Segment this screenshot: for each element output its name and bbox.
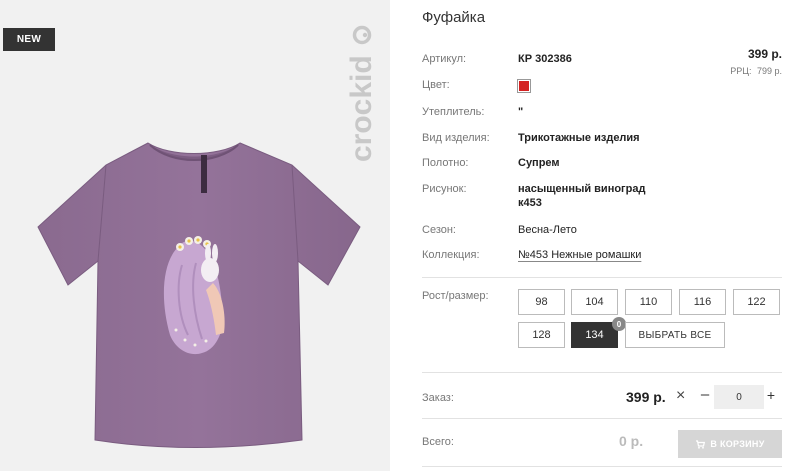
total-value: 0 р. xyxy=(619,433,644,449)
attr-article-label: Артикул: xyxy=(422,53,467,65)
size-option-98[interactable]: 98 xyxy=(518,289,565,315)
divider xyxy=(422,466,782,467)
attr-print-value-line2: к453 xyxy=(518,197,542,209)
size-option-122[interactable]: 122 xyxy=(733,289,780,315)
product-image[interactable]: NEW crockid xyxy=(0,0,390,471)
attr-fabric-value: Супрем xyxy=(518,157,560,169)
attr-insulation-label: Утеплитель: xyxy=(422,106,485,118)
product-price: 399 р. xyxy=(747,47,782,61)
collection-link[interactable]: №453 Нежные ромашки xyxy=(518,249,641,261)
product-title: Фуфайка xyxy=(422,9,486,26)
product-details: Фуфайка 399 р. РРЦ: 799 р. Артикул: КР 3… xyxy=(422,0,800,471)
size-option-110[interactable]: 110 xyxy=(625,289,672,315)
order-price: 399 р. xyxy=(626,389,666,405)
recommended-retail-price: РРЦ: 799 р. xyxy=(730,66,782,76)
color-swatch[interactable] xyxy=(517,79,531,93)
select-all-sizes-button[interactable]: ВЫБРАТЬ ВСЕ xyxy=(625,322,725,348)
size-option-104[interactable]: 104 xyxy=(571,289,618,315)
size-label: Рост/размер: xyxy=(422,290,489,302)
add-to-cart-button[interactable]: В КОРЗИНУ xyxy=(678,430,782,458)
attr-print-value-line1: насыщенный виноград xyxy=(518,183,646,195)
new-badge: NEW xyxy=(3,28,55,51)
cart-icon xyxy=(696,440,706,449)
size-option-116[interactable]: 116 xyxy=(679,289,726,315)
attr-collection-label: Коллекция: xyxy=(422,249,480,261)
attr-season-label: Сезон: xyxy=(422,224,456,236)
size-option-134[interactable]: 134 xyxy=(571,322,618,348)
multiply-sign: × xyxy=(676,387,686,404)
girl-print xyxy=(163,236,225,355)
attr-article-value: КР 302386 xyxy=(518,53,572,65)
total-label: Всего: xyxy=(422,436,454,448)
divider xyxy=(422,372,782,373)
quantity-decrease-button[interactable]: – xyxy=(699,386,711,404)
attr-type-value: Трикотажные изделия xyxy=(518,132,640,144)
quantity-increase-button[interactable]: + xyxy=(765,387,777,403)
divider xyxy=(422,277,782,278)
rrp-value: 799 р. xyxy=(756,66,782,76)
rrp-label: РРЦ: xyxy=(730,66,752,76)
quantity-input[interactable] xyxy=(714,385,764,409)
size-option-128[interactable]: 128 xyxy=(518,322,565,348)
attr-print-label: Рисунок: xyxy=(422,183,467,195)
attr-fabric-label: Полотно: xyxy=(422,157,469,169)
size-quantity-badge: 0 xyxy=(612,317,626,331)
tshirt-illustration xyxy=(37,142,361,448)
attr-insulation-value: " xyxy=(518,106,524,118)
order-label: Заказ: xyxy=(422,392,454,404)
divider xyxy=(422,418,782,419)
attr-season-value: Весна-Лето xyxy=(518,224,577,236)
add-to-cart-label: В КОРЗИНУ xyxy=(710,439,765,449)
attr-color-label: Цвет: xyxy=(422,79,450,91)
attr-type-label: Вид изделия: xyxy=(422,132,490,144)
